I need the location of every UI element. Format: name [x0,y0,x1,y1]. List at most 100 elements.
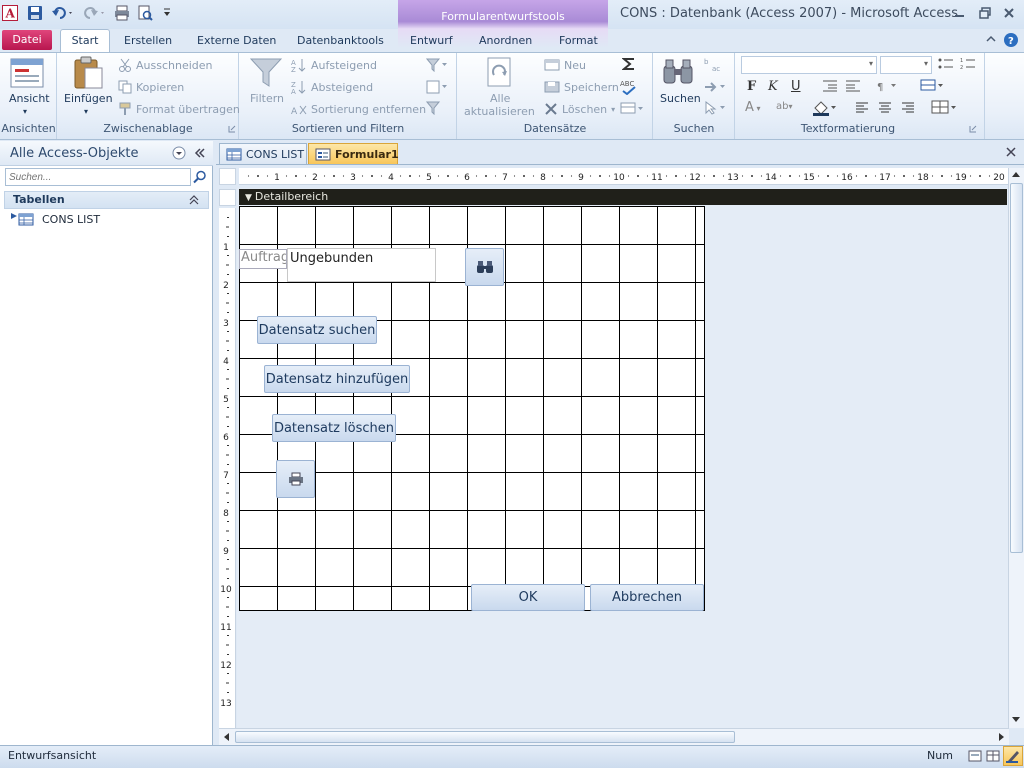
decrease-indent-icon[interactable] [822,79,838,93]
customize-qat-icon[interactable] [158,4,176,22]
datensatz-hinzufuegen-button[interactable]: Datensatz hinzufügen [264,365,410,393]
dialog-launcher-icon[interactable] [228,125,236,133]
abbrechen-button[interactable]: Abbrechen [590,584,704,611]
scroll-left-icon[interactable] [222,732,232,742]
table-grid-icon[interactable] [931,100,957,114]
dialog-launcher-icon[interactable] [969,125,977,133]
selection-filter-icon[interactable] [426,58,448,72]
format-uebertragen-button[interactable]: Format übertragen [118,100,240,118]
toggle-filter-icon[interactable] [426,101,442,115]
restore-button[interactable] [975,5,995,21]
redo-icon[interactable] [82,4,108,22]
print-icon[interactable] [113,4,131,22]
align-center-icon[interactable] [878,101,892,113]
kopieren-button[interactable]: Kopieren [118,78,184,96]
minimize-button[interactable] [950,5,970,21]
loeschen-button[interactable]: Löschen ▾ [544,100,615,118]
ansicht-button[interactable]: Ansicht [9,92,50,105]
gridlines-icon[interactable] [920,78,944,92]
einfuegen-button[interactable]: Einfügen [64,92,113,105]
tab-erstellen[interactable]: Erstellen [120,30,176,52]
save-icon[interactable] [26,4,44,22]
aufsteigend-button[interactable]: AZ Aufsteigend [291,56,377,74]
print-button[interactable] [276,460,315,498]
fill-color-icon[interactable] [812,100,838,116]
doc-tab-cons-list[interactable]: CONS LIST [219,143,307,164]
font-size-combo[interactable]: ▾ [880,56,932,74]
layout-view-icon[interactable] [986,750,1000,762]
underline-icon[interactable]: U [791,79,801,94]
tab-anordnen[interactable]: Anordnen [475,30,536,52]
increase-indent-icon[interactable] [845,79,861,93]
bold-icon[interactable]: F [747,79,756,94]
collapse-group-icon[interactable] [188,194,200,206]
undo-icon[interactable] [50,4,76,22]
goto-icon[interactable] [704,80,728,94]
horizontal-scrollbar[interactable] [219,728,1009,745]
scroll-up-icon[interactable] [1011,170,1021,180]
doc-tab-formular1[interactable]: Formular1 [308,143,399,164]
section-selector[interactable] [219,189,236,206]
shutter-bar-close-icon[interactable] [194,147,206,159]
spelling-icon[interactable]: ABC [620,79,638,95]
sum-icon[interactable] [622,57,636,71]
sortierung-entfernen-button[interactable]: A Sortierung entfernen [291,100,426,118]
more-icon[interactable] [620,101,644,115]
vertical-scroll-thumb[interactable] [1010,183,1023,553]
tab-externe-daten[interactable]: Externe Daten [193,30,280,52]
search-icon[interactable] [193,170,207,184]
select-icon[interactable] [704,101,728,115]
bullets-icon[interactable] [938,57,954,71]
ribbon-minimize-icon[interactable] [985,33,997,45]
vertical-scrollbar[interactable] [1008,168,1024,728]
tab-format[interactable]: Format [555,30,602,52]
nav-search-input[interactable] [5,168,191,186]
horizontal-ruler[interactable]: 1 2 3 4 5 6 7 8 9 10 11 12 13 14 15 16 17 18 19 20 [239,168,1009,185]
neu-button[interactable]: Neu [544,56,586,74]
numbering-icon[interactable]: 12 [960,57,976,71]
ok-button[interactable]: OK [471,584,585,611]
access-logo-icon[interactable]: A [1,4,19,22]
filtern-button[interactable]: Filtern [250,92,284,105]
horizontal-scroll-thumb[interactable] [235,731,735,743]
tab-start[interactable]: Start [60,29,110,53]
nav-menu-icon[interactable] [172,146,186,160]
nav-item-cons-list[interactable]: CONS LIST [42,213,100,226]
help-icon[interactable]: ? [1003,32,1019,48]
font-name-combo[interactable]: ▾ [741,56,877,74]
print-preview-icon[interactable] [136,4,154,22]
alle-label[interactable]: Alle [490,92,510,105]
design-view-icon[interactable] [1003,746,1023,766]
table-icon [226,148,242,161]
suchen-button[interactable]: Suchen [660,92,701,105]
form-view-icon[interactable] [968,750,982,762]
datensatz-loeschen-button[interactable]: Datensatz löschen [272,414,396,442]
textbox-ungebunden[interactable]: Ungebunden [287,248,436,282]
absteigend-button[interactable]: ZA Absteigend [291,78,373,96]
text-direction-icon[interactable]: ¶ [876,79,900,93]
scroll-right-icon[interactable] [996,732,1006,742]
advanced-filter-icon[interactable] [426,80,448,94]
aktualisieren-label[interactable]: aktualisieren [464,105,535,118]
italic-icon[interactable]: K [768,79,778,94]
section-header-detailbereich[interactable]: ▼ Detailbereich [239,189,1007,205]
close-document-icon[interactable] [1006,147,1016,157]
align-right-icon[interactable] [901,101,915,113]
align-left-icon[interactable] [855,101,869,113]
navigation-pane-title[interactable]: Alle Access-Objekte [10,146,139,161]
vertical-ruler[interactable]: 1 2 3 4 5 6 7 8 9 10 11 12 13 [219,208,236,728]
replace-icon[interactable]: b ac [704,57,722,73]
tab-datenbanktools[interactable]: Datenbanktools [293,30,388,52]
label-auftrag[interactable]: Auftrag [239,249,287,269]
form-selector[interactable] [219,168,236,185]
font-color-icon[interactable]: A ▾ [745,100,760,115]
datensatz-suchen-button[interactable]: Datensatz suchen [257,316,377,344]
scroll-down-icon[interactable] [1011,714,1021,724]
speichern-button[interactable]: Speichern [544,78,619,96]
highlight-icon[interactable]: ab▾ [776,101,793,112]
search-binoculars-button[interactable] [465,248,504,286]
ausschneiden-button[interactable]: Ausschneiden [118,56,213,74]
close-window-button[interactable] [999,5,1019,21]
tab-entwurf[interactable]: Entwurf [406,30,457,52]
tab-datei[interactable]: Datei [2,30,52,50]
